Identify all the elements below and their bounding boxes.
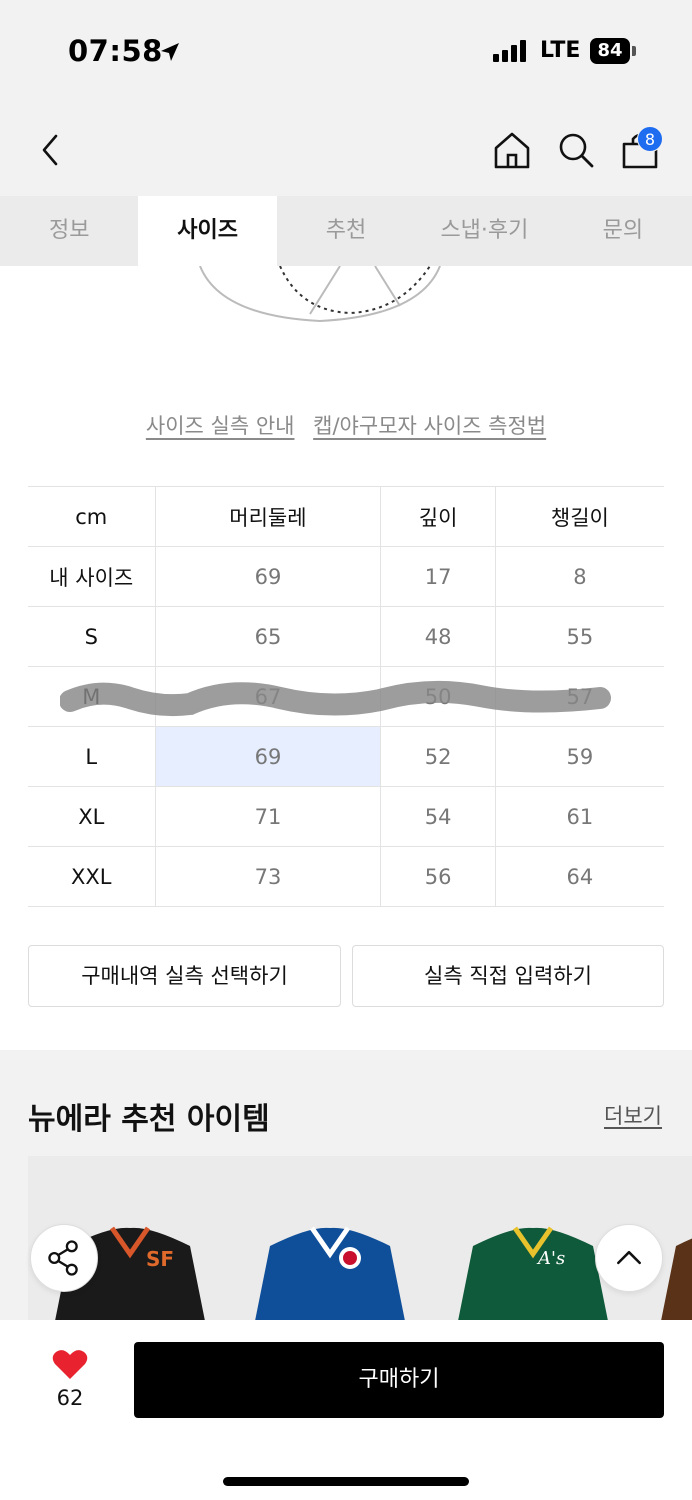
table-header-cell: cm bbox=[28, 486, 156, 547]
table-cell: 71 bbox=[155, 786, 382, 847]
row-label: S bbox=[28, 606, 156, 667]
see-more-link[interactable]: 더보기 bbox=[604, 1100, 662, 1130]
share-icon[interactable] bbox=[30, 1224, 98, 1292]
table-cell: 69 bbox=[155, 546, 382, 607]
tab-bar: 정보 사이즈 추천 스냅·후기 문의 bbox=[0, 196, 692, 266]
row-label: L bbox=[28, 726, 156, 787]
like-count: 62 bbox=[56, 1386, 84, 1410]
top-nav bbox=[0, 100, 692, 196]
direct-input-button[interactable]: 실측 직접 입력하기 bbox=[352, 945, 664, 1007]
size-guide-link[interactable]: 사이즈 실측 안내 bbox=[146, 414, 295, 438]
size-table: cm 머리둘레 깊이 챙길이 내 사이즈 69 17 8 S 65 48 55 … bbox=[28, 486, 664, 907]
heart-icon[interactable] bbox=[52, 1348, 88, 1380]
table-cell: 52 bbox=[380, 726, 496, 787]
recommend-title: 뉴에라 추천 아이템 bbox=[28, 1102, 270, 1137]
cap-measure-link[interactable]: 캡/야구모자 사이즈 측정법 bbox=[313, 414, 546, 438]
table-cell: 64 bbox=[495, 846, 664, 907]
table-cell: 57 bbox=[495, 666, 664, 727]
row-label: M bbox=[28, 666, 156, 727]
table-header-cell: 머리둘레 bbox=[155, 486, 382, 547]
svg-text:SF: SF bbox=[146, 1247, 174, 1271]
table-row: 내 사이즈 69 17 8 bbox=[28, 546, 664, 607]
search-icon[interactable] bbox=[554, 128, 598, 172]
select-purchase-history-button[interactable]: 구매내역 실측 선택하기 bbox=[28, 945, 341, 1007]
table-cell: 54 bbox=[380, 786, 496, 847]
table-row: XL 71 54 61 bbox=[28, 786, 664, 847]
clock: 07:58 bbox=[68, 34, 163, 68]
row-label: 내 사이즈 bbox=[28, 546, 156, 607]
cart-badge: 8 bbox=[637, 126, 663, 152]
table-cell: 65 bbox=[155, 606, 382, 667]
table-cell: 48 bbox=[380, 606, 496, 667]
tab-info[interactable]: 정보 bbox=[0, 196, 138, 266]
size-guide-links: 사이즈 실측 안내 캡/야구모자 사이즈 측정법 bbox=[0, 410, 692, 440]
table-cell: 55 bbox=[495, 606, 664, 667]
table-cell: 67 bbox=[155, 666, 382, 727]
table-cell-highlighted: 69 bbox=[155, 726, 382, 787]
table-cell: 8 bbox=[495, 546, 664, 607]
product-image[interactable] bbox=[250, 1206, 410, 1326]
product-image[interactable]: A's bbox=[453, 1206, 613, 1326]
table-header-cell: 깊이 bbox=[380, 486, 496, 547]
home-indicator bbox=[223, 1477, 469, 1486]
table-row: M 67 50 57 bbox=[28, 666, 664, 727]
battery-tip bbox=[632, 46, 636, 56]
table-cell: 59 bbox=[495, 726, 664, 787]
tab-size[interactable]: 사이즈 bbox=[138, 196, 277, 266]
table-cell: 73 bbox=[155, 846, 382, 907]
network-type: LTE bbox=[540, 38, 581, 63]
buy-button[interactable]: 구매하기 bbox=[134, 1342, 664, 1418]
home-icon[interactable] bbox=[490, 128, 534, 172]
table-cell: 17 bbox=[380, 546, 496, 607]
table-cell: 50 bbox=[380, 666, 496, 727]
chevron-left-icon[interactable] bbox=[28, 128, 72, 172]
tab-inquiry[interactable]: 문의 bbox=[554, 196, 692, 266]
tab-recommend[interactable]: 추천 bbox=[277, 196, 415, 266]
table-cell: 56 bbox=[380, 846, 496, 907]
status-bar: 07:58 LTE 84 bbox=[0, 0, 692, 100]
table-row: L 69 52 59 bbox=[28, 726, 664, 787]
product-carousel: SF A's bbox=[28, 1156, 692, 1326]
row-label: XXL bbox=[28, 846, 156, 907]
cap-measure-illustration bbox=[199, 266, 441, 323]
svg-text:A's: A's bbox=[536, 1248, 565, 1269]
scroll-top-icon[interactable] bbox=[595, 1224, 663, 1292]
table-header-row: cm 머리둘레 깊이 챙길이 bbox=[28, 486, 664, 547]
table-cell: 61 bbox=[495, 786, 664, 847]
location-arrow-icon bbox=[161, 43, 179, 61]
tab-snap-review[interactable]: 스냅·후기 bbox=[415, 196, 553, 266]
cellular-signal-icon bbox=[493, 40, 529, 62]
row-label: XL bbox=[28, 786, 156, 847]
table-row: S 65 48 55 bbox=[28, 606, 664, 667]
table-row: XXL 73 56 64 bbox=[28, 846, 664, 907]
battery-icon: 84 bbox=[590, 38, 630, 64]
table-header-cell: 챙길이 bbox=[495, 486, 664, 547]
